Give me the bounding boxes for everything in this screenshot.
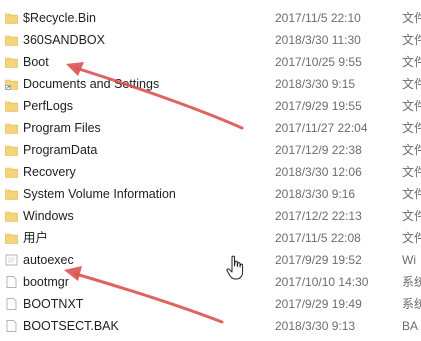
item-type: Wi xyxy=(402,253,416,267)
file-icon xyxy=(6,320,17,332)
list-item[interactable]: System Volume Information 2018/3/30 9:16… xyxy=(0,183,421,205)
item-name: 用户 xyxy=(23,231,49,245)
hand-cursor-icon xyxy=(226,255,244,280)
item-type: 文件 xyxy=(402,231,421,245)
list-item[interactable]: BOOTSECT.BAK 2018/3/30 9:13 BA xyxy=(0,315,421,337)
item-name: System Volume Information xyxy=(23,187,176,201)
folder-icon xyxy=(5,101,18,112)
item-type: BA xyxy=(402,319,419,333)
folder-icon xyxy=(5,233,18,244)
folder-icon xyxy=(5,123,18,134)
item-name: ProgramData xyxy=(23,143,98,157)
item-type: 文件 xyxy=(402,165,421,179)
item-type: 文件 xyxy=(402,187,421,201)
list-item[interactable]: Recovery 2018/3/30 12:06 文件 xyxy=(0,161,421,183)
item-date: 2017/10/25 9:55 xyxy=(275,55,362,69)
item-type: 文件 xyxy=(402,209,421,223)
item-date: 2018/3/30 12:06 xyxy=(275,165,362,179)
item-date: 2017/11/27 22:04 xyxy=(275,121,368,135)
item-date: 2018/3/30 9:16 xyxy=(275,187,356,201)
item-name: Documents and Settings xyxy=(23,77,160,91)
item-type: 文件 xyxy=(402,121,421,135)
item-type: 文件 xyxy=(402,143,421,157)
folder-icon xyxy=(5,211,18,222)
item-type: 文件 xyxy=(402,11,421,25)
list-item[interactable]: Windows 2017/12/2 22:13 文件 xyxy=(0,205,421,227)
item-date: 2017/11/5 22:10 xyxy=(275,11,361,25)
item-date: 2017/11/5 22:08 xyxy=(275,231,361,245)
item-name: autoexec xyxy=(23,253,74,267)
item-date: 2018/3/30 11:30 xyxy=(275,33,361,47)
item-type: 系统 xyxy=(402,297,421,311)
item-name: Recovery xyxy=(23,165,76,179)
item-date: 2017/12/2 22:13 xyxy=(275,209,362,223)
folder-icon xyxy=(5,13,18,24)
item-name: Program Files xyxy=(23,121,101,135)
folder-icon xyxy=(5,167,18,178)
item-type: 文件 xyxy=(402,55,421,69)
list-item[interactable]: 360SANDBOX 2018/3/30 11:30 文件 xyxy=(0,29,421,51)
list-item[interactable]: ProgramData 2017/12/9 22:38 文件 xyxy=(0,139,421,161)
item-type: 文件 xyxy=(402,99,421,113)
item-name: BOOTNXT xyxy=(23,297,84,311)
item-date: 2018/3/30 9:13 xyxy=(275,319,356,333)
item-name: BOOTSECT.BAK xyxy=(23,319,119,333)
item-date: 2018/3/30 9:15 xyxy=(275,77,356,91)
item-name: Boot xyxy=(23,55,49,69)
folder-icon xyxy=(5,57,18,68)
item-date: 2017/9/29 19:55 xyxy=(275,99,362,113)
file-icon xyxy=(6,276,17,288)
folder-shortcut-icon xyxy=(5,79,18,90)
list-item[interactable]: autoexec 2017/9/29 19:52 Wi xyxy=(0,249,421,271)
item-date: 2017/9/29 19:49 xyxy=(275,297,362,311)
list-item[interactable]: Program Files 2017/11/27 22:04 文件 xyxy=(0,117,421,139)
item-date: 2017/10/10 14:30 xyxy=(275,275,369,289)
file-icon xyxy=(6,298,17,310)
item-name: bootmgr xyxy=(23,275,69,289)
item-type: 文件 xyxy=(402,77,421,91)
item-name: Windows xyxy=(23,209,74,223)
item-date: 2017/9/29 19:52 xyxy=(275,253,362,267)
list-item[interactable]: BOOTNXT 2017/9/29 19:49 系统 xyxy=(0,293,421,315)
list-item[interactable]: bootmgr 2017/10/10 14:30 系统 xyxy=(0,271,421,293)
folder-icon xyxy=(5,189,18,200)
list-item[interactable]: 用户 2017/11/5 22:08 文件 xyxy=(0,227,421,249)
item-date: 2017/12/9 22:38 xyxy=(275,143,362,157)
item-type: 文件 xyxy=(402,33,421,47)
list-item[interactable]: $Recycle.Bin 2017/11/5 22:10 文件 xyxy=(0,7,421,29)
list-item[interactable]: Boot 2017/10/25 9:55 文件 xyxy=(0,51,421,73)
file-icon xyxy=(5,254,18,266)
folder-icon xyxy=(5,35,18,46)
file-list: $Recycle.Bin 2017/11/5 22:10 文件 360SANDB… xyxy=(0,7,421,337)
item-type: 系统 xyxy=(402,275,421,289)
folder-icon xyxy=(5,145,18,156)
item-name: 360SANDBOX xyxy=(23,33,105,47)
item-name: $Recycle.Bin xyxy=(23,11,96,25)
item-name: PerfLogs xyxy=(23,99,74,113)
list-item[interactable]: Documents and Settings 2018/3/30 9:15 文件 xyxy=(0,73,421,95)
list-item[interactable]: PerfLogs 2017/9/29 19:55 文件 xyxy=(0,95,421,117)
